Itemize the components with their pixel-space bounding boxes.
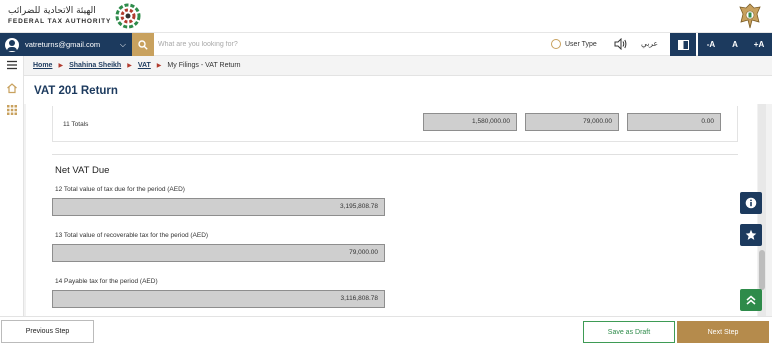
totals-adjustment-field: 0.00 [627,113,721,131]
breadcrumb-separator-icon: ▶ [127,63,132,69]
section-divider [52,154,738,155]
net-vat-due-heading: Net VAT Due [55,165,110,176]
double-chevron-up-icon [746,295,756,305]
breadcrumb-current: My Filings - VAT Return [167,62,241,69]
user-type-selector[interactable]: User Type [551,39,597,49]
totals-label: 11 Totals [63,121,89,128]
save-as-draft-button[interactable]: Save as Draft [583,321,675,343]
user-type-icon [551,39,561,49]
page-header: VAT 201 Return [24,76,772,104]
vat-return-form: 11 Totals 1,580,000.00 79,000.00 0.00 Ne… [26,104,757,316]
user-menu[interactable]: vatreturns@gmail.com ⌵ [0,33,132,56]
main-content: 11 Totals 1,580,000.00 79,000.00 0.00 Ne… [24,104,772,316]
top-toolbar: vatreturns@gmail.com ⌵ User Type عربي -A… [0,32,772,56]
fta-logo-mark-icon [115,3,141,29]
header-bar: الهيئة الاتحادية للضرائب FEDERAL TAX AUT… [0,0,772,32]
breadcrumb-separator-icon: ▶ [58,63,64,69]
totals-vat-field: 79,000.00 [525,113,619,131]
left-sidebar [0,56,24,346]
logo-text: الهيئة الاتحادية للضرائب FEDERAL TAX AUT… [8,6,111,26]
font-increase-button[interactable]: +A [746,33,772,56]
field-label-payable-tax: 14 Payable tax for the period (AED) [55,278,158,285]
totals-row: 11 Totals 1,580,000.00 79,000.00 0.00 [52,106,738,142]
scrollbar-thumb[interactable] [759,250,765,290]
grid-apps-icon[interactable] [6,104,18,116]
fta-logo[interactable]: الهيئة الاتحادية للضرائب FEDERAL TAX AUT… [8,3,141,29]
next-step-button[interactable]: Next Step [677,321,769,343]
user-type-label: User Type [565,40,597,48]
page-title: VAT 201 Return [34,85,118,97]
speaker-icon[interactable] [614,38,628,50]
favorite-button[interactable] [740,224,762,246]
hamburger-menu-icon[interactable] [6,59,18,71]
totals-amount-field: 1,580,000.00 [423,113,517,131]
field-label-tax-due: 12 Total value of tax due for the period… [55,186,185,193]
font-normal-button[interactable]: A [722,33,748,56]
search-icon [138,39,148,50]
breadcrumb-vat[interactable]: VAT [138,62,151,69]
scroll-to-top-button[interactable] [740,289,762,311]
contrast-icon [677,39,689,50]
recoverable-tax-field: 79,000.00 [52,244,385,262]
payable-tax-field: 3,116,808.78 [52,290,385,308]
font-decrease-button[interactable]: -A [698,33,724,56]
chevron-down-icon: ⌵ [119,39,126,49]
uae-emblem-icon [739,3,761,29]
info-button[interactable] [740,192,762,214]
info-icon [745,197,757,209]
tax-due-field: 3,195,808.78 [52,198,385,216]
breadcrumb: Home ▶ Shahina Sheikh ▶ VAT ▶ My Filings… [24,56,772,76]
breadcrumb-home[interactable]: Home [33,62,52,69]
logo-arabic-text: الهيئة الاتحادية للضرائب [8,6,96,16]
search-button[interactable] [132,33,154,56]
previous-step-button[interactable]: Previous Step [1,320,94,343]
footer-actions: Previous Step Save as Draft Next Step [0,316,772,346]
star-icon [745,229,757,240]
home-icon[interactable] [6,82,18,94]
logo-english-text: FEDERAL TAX AUTHORITY [8,18,112,25]
language-toggle[interactable]: عربي [641,39,658,48]
contrast-toggle-button[interactable] [670,33,696,56]
user-email: vatreturns@gmail.com [25,40,101,49]
breadcrumb-separator-icon: ▶ [156,63,162,69]
user-icon [5,37,19,52]
field-label-recoverable-tax: 13 Total value of recoverable tax for th… [55,232,209,239]
breadcrumb-user[interactable]: Shahina Sheikh [69,62,121,69]
search-input[interactable] [158,37,528,52]
